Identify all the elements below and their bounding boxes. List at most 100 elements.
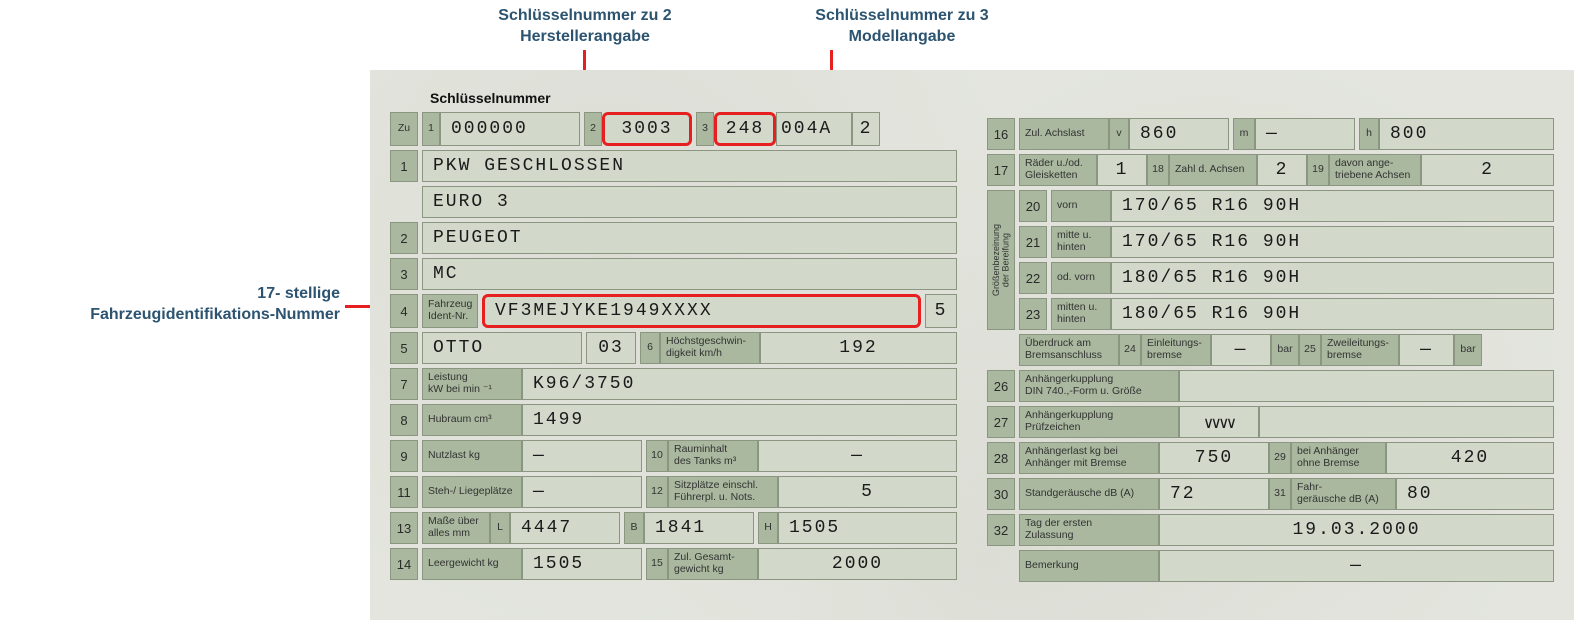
tire-group-label: Größenbezeinung der Bereifung: [987, 190, 1015, 330]
row17-num: 17: [987, 154, 1015, 186]
row24-label: Einleitungs- bremse: [1141, 334, 1211, 366]
row16-label: Zul. Achslast: [1019, 118, 1109, 150]
right-column: 16 Zul. Achslast v 860 m — h 800 17 Räde…: [987, 88, 1554, 586]
registration-document: Schlüsselnummer Zu 1 000000 2 3003 3 248…: [370, 70, 1574, 620]
row1-num: 1: [390, 150, 418, 182]
row19-value: 2: [1421, 154, 1554, 186]
row31-label: Fahr- geräusche dB (A): [1291, 478, 1396, 510]
left-column: Schlüsselnummer Zu 1 000000 2 3003 3 248…: [390, 88, 957, 586]
row29-label: bei Anhänger ohne Bremse: [1291, 442, 1386, 474]
row11-value: —: [522, 476, 642, 508]
field-2-value: 3003: [602, 112, 692, 146]
row4-vin-value: VF3MEJYKE1949XXXX: [482, 294, 921, 328]
row24-grouplabel: Überdruck am Bremsanschluss: [1019, 334, 1119, 366]
row28-num: 28: [987, 442, 1015, 474]
row23-label: mitten u. hinten: [1051, 298, 1111, 330]
row25-num: 25: [1299, 334, 1321, 366]
row27-num: 27: [987, 406, 1015, 438]
row3-num: 3: [390, 258, 418, 290]
row32-num: 32: [987, 514, 1015, 546]
annotation-key2: Schlüsselnummer zu 2 Herstellerangabe: [470, 6, 700, 48]
field-1-value: 000000: [440, 112, 580, 146]
row32-label: Tag der ersten Zulassung: [1019, 514, 1159, 546]
row4-num: 4: [390, 294, 418, 328]
rowB-label: Bemerkung: [1019, 550, 1159, 582]
row11-num: 11: [390, 476, 418, 508]
row2-num: 2: [390, 222, 418, 254]
row9-value: —: [522, 440, 642, 472]
tire-group-label-text: Größenbezeinung der Bereifung: [992, 224, 1011, 296]
row13-vL: 4447: [510, 512, 620, 544]
row27-zigzag-icon: ∨∨∨∨: [1179, 406, 1259, 438]
row1b-value: EURO 3: [422, 186, 957, 218]
field-3b-value: 004A: [776, 112, 852, 146]
row25-value: —: [1399, 334, 1454, 366]
row7-label: Leistung kW bei min ⁻¹: [422, 368, 522, 400]
field-3-num: 3: [696, 112, 714, 146]
row6-num: 6: [640, 332, 660, 364]
row20-label: vorn: [1051, 190, 1111, 222]
row10-value: —: [758, 440, 957, 472]
row24-num: 24: [1119, 334, 1141, 366]
zu-label: Zu: [390, 112, 418, 146]
row24-value: —: [1211, 334, 1271, 366]
row10-num: 10: [646, 440, 668, 472]
row22-num: 22: [1019, 262, 1047, 294]
row30-value: 72: [1159, 478, 1269, 510]
annotation-key3: Schlüsselnummer zu 3 Modellangabe: [787, 6, 1017, 48]
row12-num: 12: [646, 476, 668, 508]
row29-value: 420: [1386, 442, 1554, 474]
row9-num: 9: [390, 440, 418, 472]
row13-L: L: [490, 512, 510, 544]
row3-value: MC: [422, 258, 957, 290]
row31-num: 31: [1269, 478, 1291, 510]
row28-value: 750: [1159, 442, 1269, 474]
row18-num: 18: [1147, 154, 1169, 186]
row22-value: 180/65 R16 90H: [1111, 262, 1554, 294]
row29-num: 29: [1269, 442, 1291, 474]
row25-label: Zweileitungs- bremse: [1321, 334, 1399, 366]
annotation-key3-line1: Schlüsselnummer zu 3: [787, 6, 1017, 27]
row16-m-l: m: [1233, 118, 1255, 150]
rowB-value: —: [1159, 550, 1554, 582]
row21-label: mitte u. hinten: [1051, 226, 1111, 258]
row8-label: Hubraum cm³: [422, 404, 522, 436]
row21-value: 170/65 R16 90H: [1111, 226, 1554, 258]
row13-num: 13: [390, 512, 418, 544]
row30-num: 30: [987, 478, 1015, 510]
row22-label: od. vorn: [1051, 262, 1111, 294]
row12-label: Sitzplätze einschl. Führerpl. u. Nots.: [668, 476, 778, 508]
row16-num: 16: [987, 118, 1015, 150]
row18-label: Zahl d. Achsen: [1169, 154, 1257, 186]
row30-label: Standgeräusche dB (A): [1019, 478, 1159, 510]
annotation-key2-line1: Schlüsselnummer zu 2: [470, 6, 700, 27]
row7-value: K96/3750: [522, 368, 957, 400]
row17-label: Räder u./od. Gleisketten: [1019, 154, 1097, 186]
annotation-vin-line2: Fahrzeugidentifikations-Nummer: [10, 305, 340, 326]
row2-value: PEUGEOT: [422, 222, 957, 254]
row-zu: Zu 1 000000 2 3003 3 248 004A 2: [390, 112, 957, 146]
row7-num: 7: [390, 368, 418, 400]
row19-num: 19: [1307, 154, 1329, 186]
row4-end: 5: [925, 294, 957, 328]
row27-label: Anhängerkupplung Prüfzeichen: [1019, 406, 1179, 438]
row17-value: 1: [1097, 154, 1147, 186]
row13-B: B: [624, 512, 644, 544]
field-2-num: 2: [584, 112, 602, 146]
row11-label: Steh-/ Liegeplätze: [422, 476, 522, 508]
annotation-vin-line1: 17- stellige: [10, 284, 340, 305]
row14-label: Leergewicht kg: [422, 548, 522, 580]
row8-num: 8: [390, 404, 418, 436]
row5-num: 5: [390, 332, 418, 364]
row28-label: Anhängerlast kg bei Anhänger mit Bremse: [1019, 442, 1159, 474]
row12-value: 5: [778, 476, 957, 508]
row26-value: [1179, 370, 1554, 402]
annotation-key2-line2: Herstellerangabe: [470, 27, 700, 48]
row6-label: Höchstgeschwin- digkeit km/h: [660, 332, 760, 364]
row16-h-l: h: [1359, 118, 1379, 150]
row16-v-v: 860: [1129, 118, 1229, 150]
row21-num: 21: [1019, 226, 1047, 258]
row6-value: 192: [760, 332, 957, 364]
row19-label: davon ange- triebene Achsen: [1329, 154, 1421, 186]
row24-unit: bar: [1271, 334, 1299, 366]
